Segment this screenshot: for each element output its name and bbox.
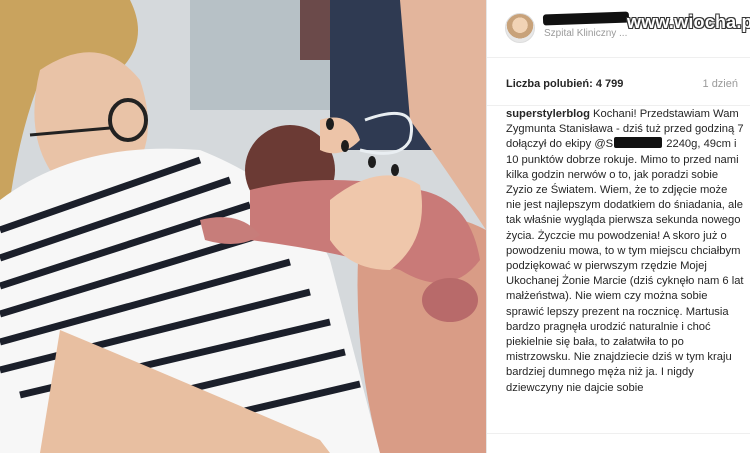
post-timestamp[interactable]: 1 dzień — [703, 78, 738, 90]
post-header: Szpital Kliniczny ... www.wiocha.pl — [487, 0, 750, 58]
site-watermark: www.wiocha.pl — [627, 12, 750, 32]
post-location[interactable]: Szpital Kliniczny ... — [544, 28, 627, 39]
redacted-username — [542, 11, 630, 26]
post-caption: superstylerblog Kochani! Przedstawiam Wa… — [506, 107, 744, 432]
caption-text-2: 2240g, 49cm i 10 punktów dobrze rokuje. … — [506, 138, 744, 394]
post-photo — [0, 0, 486, 453]
newborn-photo-illustration — [0, 0, 486, 453]
post-details-panel: Szpital Kliniczny ... www.wiocha.pl Licz… — [486, 0, 750, 453]
panel-footer — [487, 433, 750, 453]
caption-author[interactable]: superstylerblog — [506, 108, 590, 120]
redacted-handle — [614, 137, 663, 149]
likes-row: Liczba polubień: 4 799 1 dzień — [487, 58, 750, 106]
likes-count[interactable]: Liczba polubień: 4 799 — [506, 78, 623, 90]
author-avatar[interactable] — [505, 13, 535, 43]
caption-handle[interactable]: @S — [594, 138, 613, 150]
